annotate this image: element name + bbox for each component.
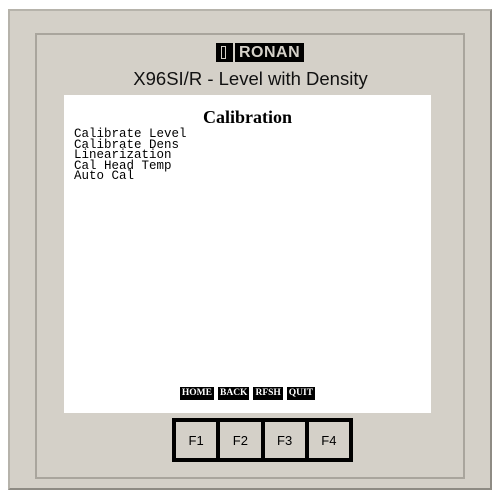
brand-logo-text: RONAN <box>235 42 305 62</box>
softkey-rfsh[interactable]: RFSH <box>253 387 283 400</box>
f2-button[interactable]: F2 <box>220 422 261 458</box>
f1-button[interactable]: F1 <box>176 422 217 458</box>
calibration-menu: Calibrate Level Calibrate Dens Lineariza… <box>74 128 187 182</box>
softkey-back[interactable]: BACK <box>218 387 250 400</box>
menu-item-auto-cal[interactable]: Auto Cal <box>74 170 187 182</box>
softkey-quit[interactable]: QUIT <box>286 387 316 400</box>
softkey-bar: HOME BACK RFSH QUIT <box>64 387 431 400</box>
brand-logo-icon <box>216 42 233 62</box>
f3-button[interactable]: F3 <box>264 422 305 458</box>
lcd-screen: Calibration Calibrate Level Calibrate De… <box>64 95 431 413</box>
brand-logo: RONAN <box>216 42 305 62</box>
function-keypad: F1 F2 F3 F4 <box>172 418 353 462</box>
f4-button[interactable]: F4 <box>308 422 349 458</box>
softkey-home[interactable]: HOME <box>179 387 214 400</box>
model-title: X96SI/R - Level with Density <box>133 68 368 89</box>
screen-title: Calibration <box>202 107 292 127</box>
